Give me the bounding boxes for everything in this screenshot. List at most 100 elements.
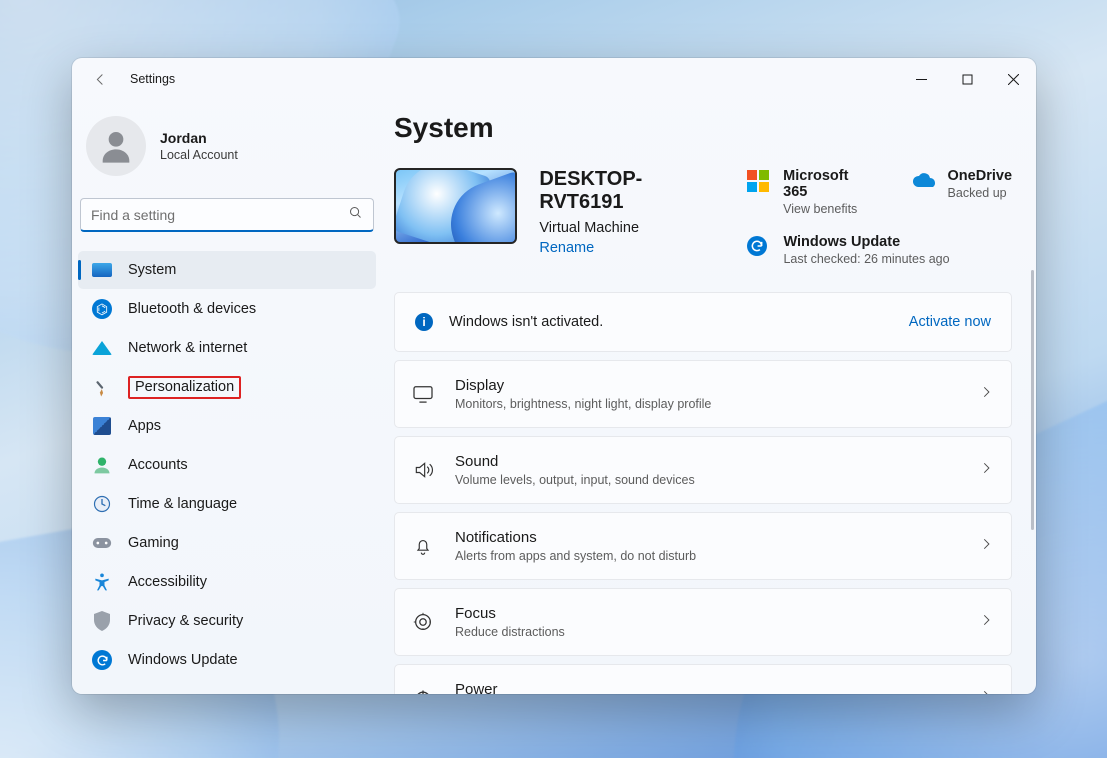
tile-windows-update[interactable]: Windows Update Last checked: 26 minutes a… [747, 234, 1012, 266]
tile-sub: Last checked: 26 minutes ago [783, 252, 949, 266]
pc-type: Virtual Machine [539, 220, 725, 236]
paintbrush-icon [92, 377, 112, 397]
arrow-left-icon [93, 72, 108, 87]
update-icon [92, 650, 112, 670]
setting-row-notifications[interactable]: Notifications Alerts from apps and system… [395, 513, 1011, 579]
close-button[interactable] [990, 58, 1036, 100]
activate-now-link[interactable]: Activate now [909, 314, 991, 330]
setting-sub: Reduce distractions [455, 625, 565, 639]
settings-window: Settings Jordan Local Account [72, 58, 1036, 694]
setting-card-display: Display Monitors, brightness, night light… [394, 360, 1012, 428]
setting-card-power: PowerScreen and sleep, power mode [394, 664, 1012, 694]
setting-title: Notifications [455, 529, 696, 546]
tile-microsoft365[interactable]: Microsoft 365 View benefits [747, 168, 875, 216]
scrollbar[interactable] [1031, 270, 1034, 530]
onedrive-icon [912, 170, 936, 194]
maximize-icon [962, 74, 973, 85]
activation-card: i Windows isn't activated. Activate now [394, 292, 1012, 352]
nav-item-accessibility[interactable]: Accessibility [78, 563, 376, 601]
setting-card-notifications: Notifications Alerts from apps and system… [394, 512, 1012, 580]
nav-item-privacy[interactable]: Privacy & security [78, 602, 376, 640]
nav-item-windows-update[interactable]: Windows Update [78, 641, 376, 679]
nav-item-system[interactable]: System [78, 251, 376, 289]
update-icon [747, 236, 771, 260]
account-sub: Local Account [160, 148, 238, 162]
account-name: Jordan [160, 130, 238, 146]
setting-row-sound[interactable]: SoundVolume levels, output, input, sound… [395, 437, 1011, 503]
tile-title: Windows Update [783, 234, 949, 250]
desktop-thumbnail[interactable] [394, 168, 517, 244]
close-icon [1008, 74, 1019, 85]
account-block[interactable]: Jordan Local Account [78, 104, 384, 190]
window-title: Settings [130, 72, 175, 86]
nav-label: Privacy & security [128, 613, 243, 629]
setting-card-sound: SoundVolume levels, output, input, sound… [394, 436, 1012, 504]
chevron-right-icon [979, 689, 993, 695]
tile-sub: View benefits [783, 202, 875, 216]
nav: System ⌬ Bluetooth & devices Network & i… [78, 250, 384, 680]
gamepad-icon [92, 533, 112, 553]
chevron-right-icon [979, 385, 993, 404]
person-icon [96, 126, 136, 166]
avatar [86, 116, 146, 176]
search-box[interactable] [80, 198, 374, 232]
nav-item-apps[interactable]: Apps [78, 407, 376, 445]
titlebar: Settings [72, 58, 1036, 100]
nav-label: Time & language [128, 496, 237, 512]
nav-label: System [128, 262, 176, 278]
page-title: System [394, 112, 1012, 144]
tile-title: Microsoft 365 [783, 168, 875, 200]
nav-label: Accounts [128, 457, 188, 473]
minimize-button[interactable] [898, 58, 944, 100]
system-header: DESKTOP-RVT6191 Virtual Machine Rename M… [390, 168, 1012, 266]
maximize-button[interactable] [944, 58, 990, 100]
setting-title: Focus [455, 605, 565, 622]
search-input[interactable] [81, 199, 373, 230]
setting-title: Sound [455, 453, 695, 470]
nav-item-gaming[interactable]: Gaming [78, 524, 376, 562]
bell-icon [409, 535, 437, 557]
nav-label: Personalization [128, 376, 241, 399]
nav-label: Apps [128, 418, 161, 434]
shield-icon [92, 611, 112, 631]
setting-row-focus[interactable]: Focus Reduce distractions [395, 589, 1011, 655]
nav-item-bluetooth[interactable]: ⌬ Bluetooth & devices [78, 290, 376, 328]
nav-item-accounts[interactable]: Accounts [78, 446, 376, 484]
search-icon [348, 205, 363, 225]
system-icon [92, 260, 112, 280]
setting-sub: Monitors, brightness, night light, displ… [455, 397, 711, 411]
info-tiles: Microsoft 365 View benefits OneDriveBacke… [747, 168, 1012, 266]
nav-label: Accessibility [128, 574, 207, 590]
setting-title: Display [455, 377, 711, 394]
tile-onedrive[interactable]: OneDriveBacked up [912, 168, 1012, 216]
setting-row-power[interactable]: PowerScreen and sleep, power mode [395, 665, 1011, 694]
activation-text: Windows isn't activated. [449, 314, 603, 330]
main-content: System DESKTOP-RVT6191 Virtual Machine R… [384, 100, 1036, 694]
setting-sub: Alerts from apps and system, do not dist… [455, 549, 696, 563]
nav-item-personalization[interactable]: Personalization [78, 368, 376, 406]
activation-row[interactable]: i Windows isn't activated. Activate now [395, 293, 1011, 351]
pc-info: DESKTOP-RVT6191 Virtual Machine Rename [539, 168, 725, 256]
accessibility-icon [92, 572, 112, 592]
pc-name: DESKTOP-RVT6191 [539, 168, 725, 214]
back-button[interactable] [86, 65, 114, 93]
display-icon [409, 385, 437, 403]
window-controls [898, 58, 1036, 100]
m365-icon [747, 170, 771, 194]
nav-label: Bluetooth & devices [128, 301, 256, 317]
setting-row-display[interactable]: Display Monitors, brightness, night light… [395, 361, 1011, 427]
rename-link[interactable]: Rename [539, 240, 725, 256]
bluetooth-icon: ⌬ [92, 299, 112, 319]
setting-title: Power [455, 681, 628, 694]
nav-item-network[interactable]: Network & internet [78, 329, 376, 367]
chevron-right-icon [979, 537, 993, 556]
sidebar: Jordan Local Account System ⌬ [72, 100, 384, 694]
nav-label: Windows Update [128, 652, 238, 668]
minimize-icon [916, 74, 927, 85]
focus-icon [409, 611, 437, 633]
chevron-right-icon [979, 613, 993, 632]
clock-globe-icon [92, 494, 112, 514]
nav-item-time-language[interactable]: Time & language [78, 485, 376, 523]
nav-label: Network & internet [128, 340, 247, 356]
setting-card-focus: Focus Reduce distractions [394, 588, 1012, 656]
